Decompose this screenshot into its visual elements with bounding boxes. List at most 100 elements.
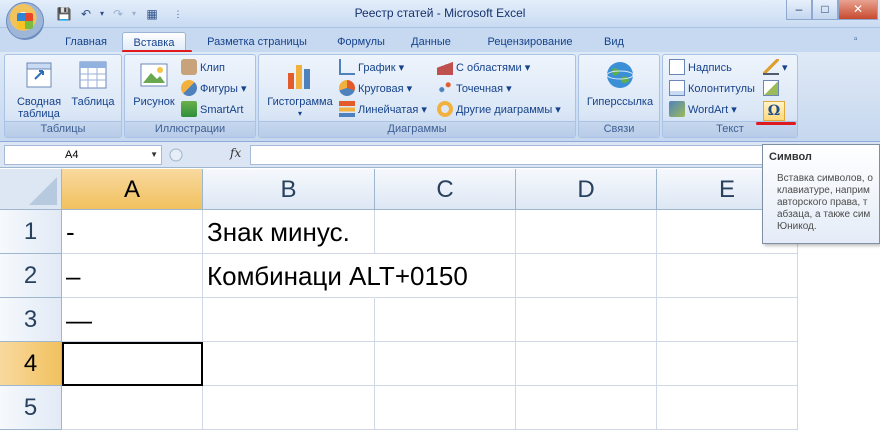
group-links: Гиперссылка Связи: [578, 54, 660, 138]
line-chart-icon: [339, 59, 355, 75]
minimize-button[interactable]: –: [786, 0, 812, 20]
minimize-ribbon-icon[interactable]: ▫: [854, 34, 866, 46]
pie-chart-label: Круговая: [358, 83, 404, 95]
cell-c2[interactable]: [375, 254, 516, 298]
row-header-3[interactable]: 3: [0, 298, 62, 342]
tab-data[interactable]: Данные: [402, 32, 460, 52]
cell-b5[interactable]: [203, 386, 375, 430]
column-header-a[interactable]: A: [62, 169, 203, 210]
pie-chart-button[interactable]: Круговая ▾: [339, 80, 412, 98]
tab-home[interactable]: Главная: [56, 32, 116, 52]
name-box[interactable]: A4 ▼: [4, 145, 162, 165]
symbol-tooltip: Символ Вставка символов, о клавиатуре, н…: [762, 144, 880, 244]
tab-review[interactable]: Рецензирование: [472, 32, 588, 52]
office-logo-icon: [17, 13, 33, 29]
cell-e5[interactable]: [657, 386, 798, 430]
area-chart-button[interactable]: С областями ▾: [437, 59, 530, 77]
cell-d1[interactable]: [516, 210, 657, 254]
wordart-button[interactable]: WordArt ▾: [669, 101, 737, 119]
row-header-2[interactable]: 2: [0, 254, 62, 298]
formula-input[interactable]: [250, 145, 764, 165]
cell-a5[interactable]: [62, 386, 203, 430]
name-box-dropdown-icon[interactable]: ▼: [150, 146, 158, 164]
header-footer-button[interactable]: Колонтитулы: [669, 80, 755, 98]
cell-a1[interactable]: -: [62, 210, 203, 254]
cell-a4-selected[interactable]: [62, 342, 203, 386]
column-chart-icon: [288, 65, 310, 89]
table-icon: [79, 61, 107, 89]
symbol-button[interactable]: Ω: [763, 101, 785, 121]
textbox-icon: [669, 59, 685, 75]
tab-page-layout[interactable]: Разметка страницы: [196, 32, 318, 52]
cell-a2[interactable]: –: [62, 254, 203, 298]
cell-c5[interactable]: [375, 386, 516, 430]
tables-group-label: Таблицы: [5, 121, 121, 137]
tab-insert[interactable]: Вставка: [122, 32, 186, 52]
tooltip-line: Юникод.: [777, 221, 817, 232]
name-box-value: A4: [65, 149, 79, 161]
row-header-4[interactable]: 4: [0, 342, 62, 386]
tooltip-line: абзаца, а также сим: [777, 209, 871, 220]
bar-chart-icon: [339, 101, 355, 117]
cell-d5[interactable]: [516, 386, 657, 430]
area-chart-label: С областями: [456, 62, 522, 74]
column-header-b[interactable]: B: [203, 169, 375, 210]
ribbon: Сводная таблица Таблица Таблицы Рисунок …: [0, 52, 880, 142]
group-illustrations: Рисунок Клип Фигуры ▾ SmartArt Иллюстрац…: [124, 54, 256, 138]
cell-c1[interactable]: [375, 210, 516, 254]
other-charts-button[interactable]: Другие диаграммы ▾: [437, 101, 561, 119]
insert-function-icon[interactable]: fx: [230, 146, 241, 160]
charts-group-label: Диаграммы: [259, 121, 575, 137]
cell-a3[interactable]: —: [62, 298, 203, 342]
picture-button[interactable]: Рисунок: [129, 57, 179, 108]
object-button[interactable]: [763, 80, 782, 98]
cell-e3[interactable]: [657, 298, 798, 342]
pivot-table-button[interactable]: Сводная таблица: [11, 57, 67, 120]
column-header-c[interactable]: C: [375, 169, 516, 210]
signature-line-button[interactable]: ▾: [763, 59, 788, 77]
line-chart-button[interactable]: График ▾: [339, 59, 404, 77]
cell-d3[interactable]: [516, 298, 657, 342]
smartart-icon: [181, 101, 197, 117]
textbox-button[interactable]: Надпись: [669, 59, 732, 77]
cancel-edit-icon[interactable]: [168, 147, 184, 163]
cell-d2[interactable]: [516, 254, 657, 298]
cell-c3[interactable]: [375, 298, 516, 342]
cell-b4[interactable]: [203, 342, 375, 386]
tooltip-title: Символ: [769, 151, 812, 163]
select-all-button[interactable]: [0, 169, 62, 210]
scatter-chart-button[interactable]: Точечная ▾: [437, 80, 512, 98]
cell-c4[interactable]: [375, 342, 516, 386]
bar-chart-button[interactable]: Линейчатая ▾: [339, 101, 427, 119]
cell-d4[interactable]: [516, 342, 657, 386]
cell-e2[interactable]: [657, 254, 798, 298]
shapes-button[interactable]: Фигуры ▾: [181, 80, 247, 98]
table-button[interactable]: Таблица: [67, 57, 119, 108]
pivot-table-label-line2: таблица: [18, 108, 60, 120]
tab-formulas[interactable]: Формулы: [328, 32, 394, 52]
links-group-label: Связи: [579, 121, 659, 137]
symbol-button-highlight: [756, 122, 796, 125]
histogram-button[interactable]: Гистограмма ▾: [263, 57, 337, 120]
maximize-button[interactable]: □: [812, 0, 838, 20]
office-button[interactable]: [6, 2, 44, 40]
hyperlink-button[interactable]: Гиперссылка: [581, 57, 659, 108]
cell-b1[interactable]: Знак минус.: [203, 210, 375, 254]
doughnut-chart-icon: [437, 101, 453, 117]
clip-label: Клип: [200, 62, 225, 74]
tab-view[interactable]: Вид: [594, 32, 634, 52]
clip-button[interactable]: Клип: [181, 59, 225, 77]
close-button[interactable]: ✕: [838, 0, 878, 20]
smartart-button[interactable]: SmartArt: [181, 101, 243, 119]
cell-e4[interactable]: [657, 342, 798, 386]
row-header-5[interactable]: 5: [0, 386, 62, 430]
histogram-label: Гистограмма: [267, 96, 333, 108]
cell-b2[interactable]: Комбинаци ALT+0150: [203, 254, 468, 298]
scatter-chart-label: Точечная: [456, 83, 504, 95]
column-header-d[interactable]: D: [516, 169, 657, 210]
group-tables: Сводная таблица Таблица Таблицы: [4, 54, 122, 138]
tooltip-line: клавиатуре, наприм: [777, 185, 870, 196]
line-chart-label: График: [358, 62, 396, 74]
cell-b3[interactable]: [203, 298, 375, 342]
row-header-1[interactable]: 1: [0, 210, 62, 254]
